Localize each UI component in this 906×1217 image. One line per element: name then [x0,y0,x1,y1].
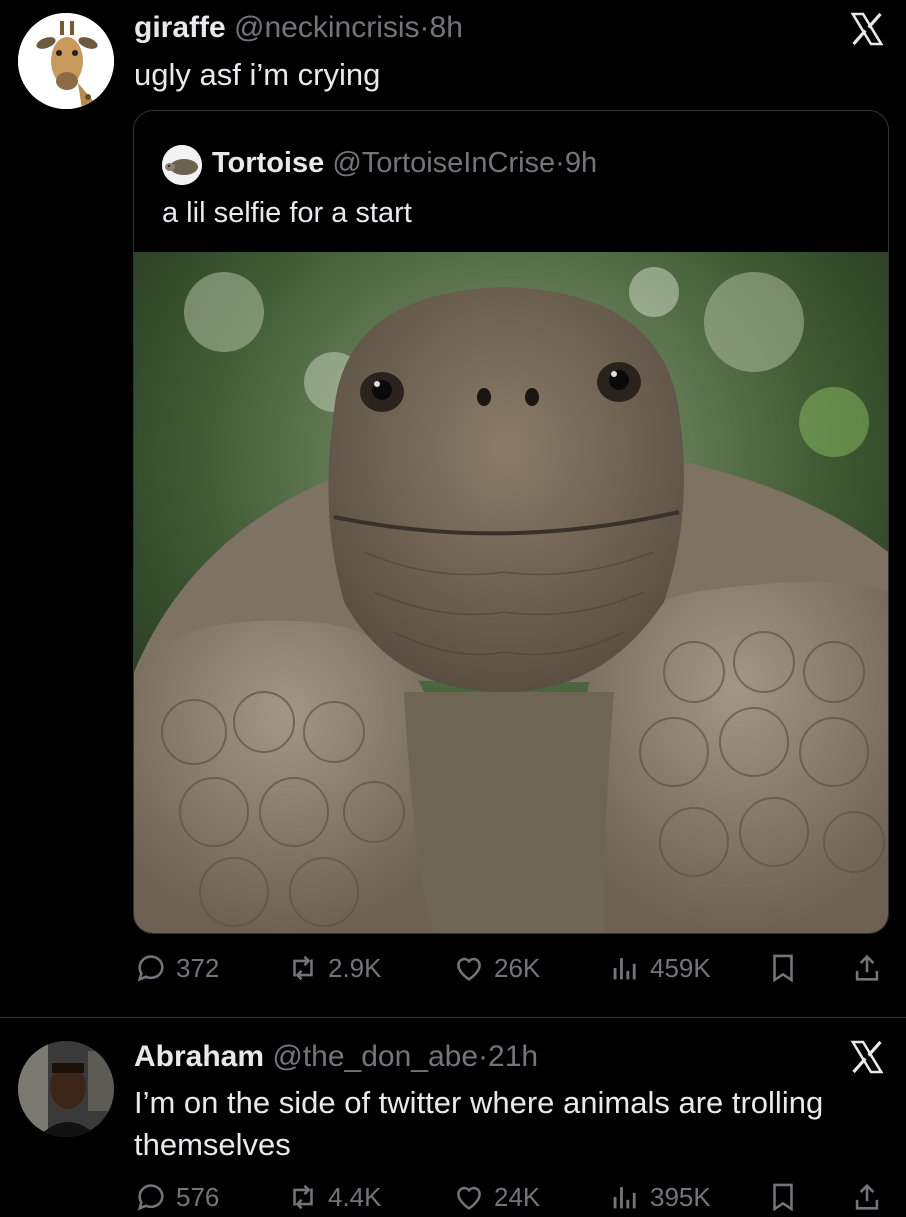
timestamp[interactable]: 8h [430,11,463,44]
reply-button[interactable]: 372 [134,948,219,988]
avatar[interactable] [18,13,114,109]
x-logo-icon [850,1040,884,1074]
x-logo-icon [850,12,884,46]
tweet-header: Abraham @the_don_abe·21h [134,1039,538,1075]
author-name[interactable]: giraffe [134,11,226,44]
tweet-text: I’m on the side of twitter where animals… [134,1085,824,1162]
author-handle[interactable]: @neckincrisis [234,11,420,44]
separator: · [478,1040,489,1073]
views-button[interactable]: 459K [608,948,711,988]
separator: · [555,147,565,179]
reply-icon [137,955,164,982]
timestamp[interactable]: 21h [488,1040,538,1073]
reply-count: 372 [176,952,220,983]
abraham-avatar-image [18,1041,114,1137]
bookmark-button[interactable] [766,948,800,988]
quoted-tweet[interactable]: Tortoise @TortoiseInCrise·9h a lil selfi… [133,110,889,934]
action-bar: 372 2.9K 26K 459K [134,948,888,988]
tortoise-avatar-image [162,145,202,185]
views-icon [613,958,636,980]
separator: · [419,11,430,44]
share-icon [855,954,879,981]
repost-icon [293,955,313,981]
quoted-header: Tortoise @TortoiseInCrise·9h [212,145,597,181]
like-button[interactable]: 26K [452,948,540,988]
giraffe-avatar-image [18,13,114,109]
bookmark-icon [773,954,793,983]
quoted-author-handle[interactable]: @TortoiseInCrise [332,147,555,179]
tweet[interactable]: Abraham @the_don_abe·21h I’m on the side… [0,1017,906,1201]
tweet-header: giraffe @neckincrisis·8h [134,10,463,46]
quoted-avatar[interactable] [162,145,202,185]
tweet-text: ugly asf i’m crying [134,57,381,92]
like-count: 26K [494,952,541,983]
quoted-timestamp[interactable]: 9h [565,147,597,179]
tortoise-photo[interactable] [134,252,888,933]
author-name[interactable]: Abraham [134,1040,264,1073]
share-button[interactable] [850,948,884,988]
author-handle[interactable]: @the_don_abe [272,1040,478,1073]
quoted-author-name[interactable]: Tortoise [212,147,324,179]
quoted-text: a lil selfie for a start [162,197,412,229]
repost-button[interactable]: 2.9K [286,948,382,988]
tweet[interactable]: giraffe @neckincrisis·8h ugly asf i’m cr… [0,0,906,1016]
repost-count: 2.9K [328,952,382,983]
like-icon [457,957,481,981]
avatar[interactable] [18,1041,114,1137]
view-count: 459K [650,952,711,983]
